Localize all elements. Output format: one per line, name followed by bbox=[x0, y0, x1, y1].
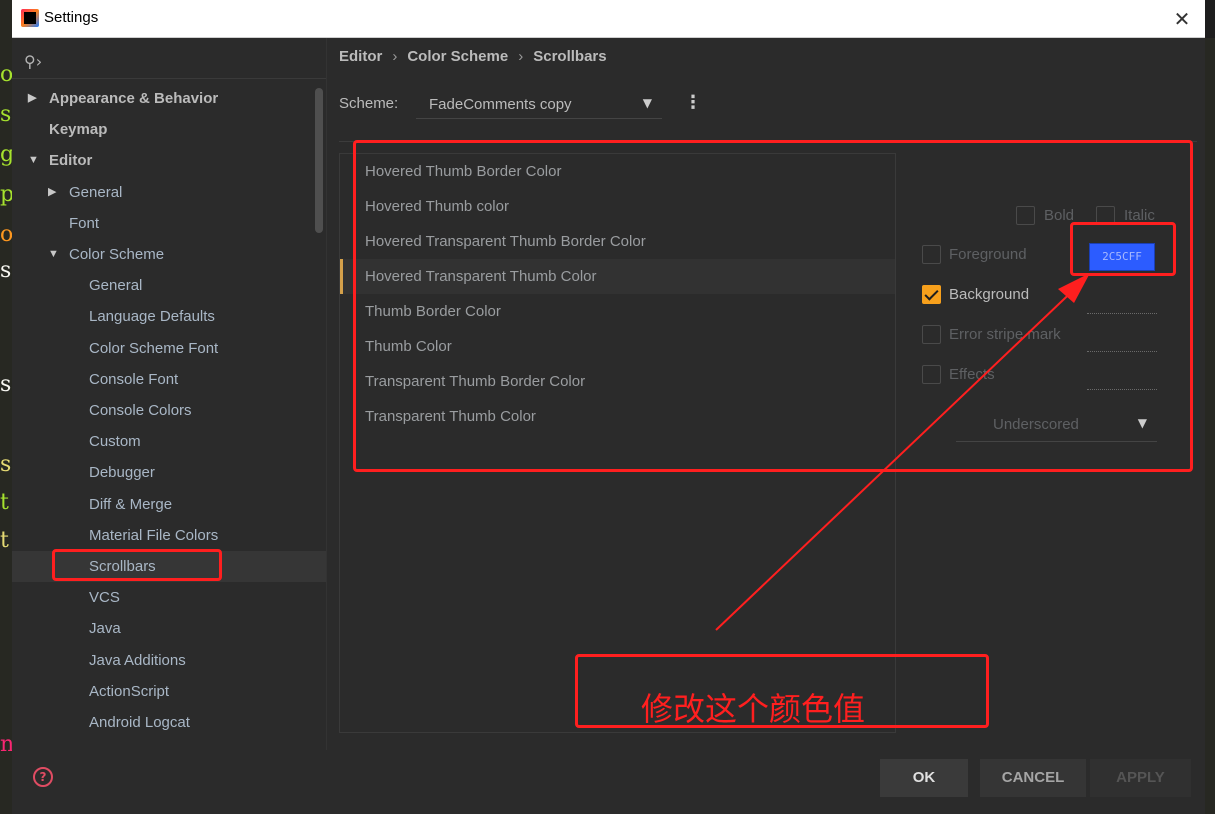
annotation-arrow bbox=[715, 273, 1090, 631]
